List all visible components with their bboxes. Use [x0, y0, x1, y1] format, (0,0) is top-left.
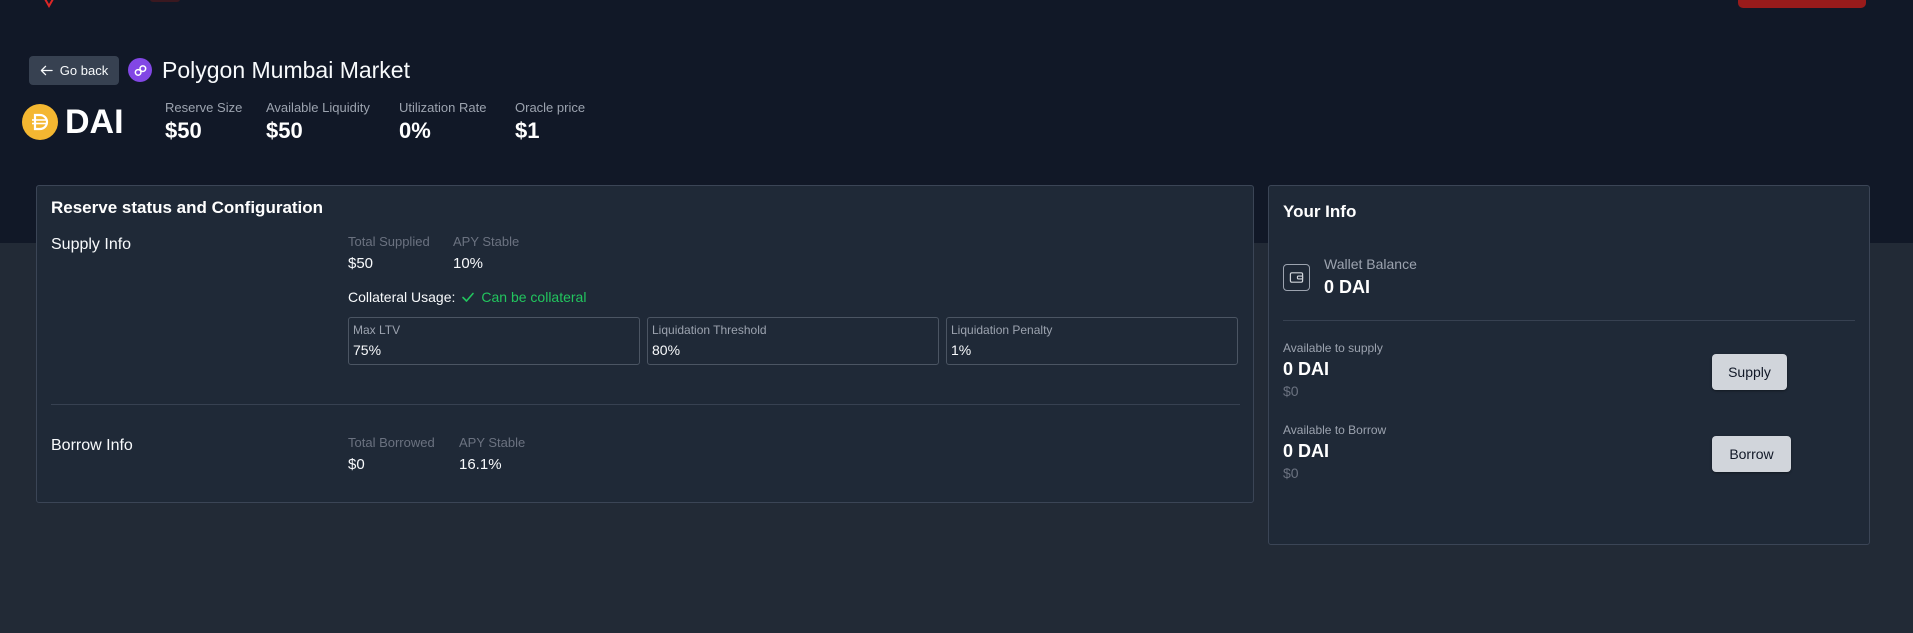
asset-symbol: DAI	[65, 103, 124, 141]
stat-label: Utilization Rate	[399, 100, 487, 115]
collateral-status: Can be collateral	[481, 289, 587, 305]
total-supplied-value: $50	[348, 255, 374, 272]
available-to-borrow-usd: $0	[1283, 465, 1299, 481]
borrow-apy: APY Stable 16.1%	[459, 435, 525, 474]
stat-value: $50	[165, 118, 202, 143]
available-to-supply-label: Available to supply	[1283, 341, 1383, 355]
liquidation-penalty-label: Liquidation Penalty	[951, 323, 1053, 337]
supply-apy-value: 10%	[453, 255, 484, 272]
available-to-borrow-value: 0 DAI	[1283, 441, 1330, 461]
stat-utilization-rate: Utilization Rate 0%	[399, 99, 486, 145]
available-to-supply-usd: $0	[1283, 383, 1299, 399]
check-icon	[462, 292, 475, 302]
connect-wallet-button[interactable]	[1738, 0, 1866, 8]
arrow-left-icon	[40, 65, 53, 76]
section-divider	[51, 404, 1240, 405]
stat-oracle-price: Oracle price $1	[515, 99, 585, 145]
go-back-button[interactable]: Go back	[29, 56, 119, 85]
your-info-title: Your Info	[1283, 202, 1357, 221]
liquidation-penalty-value: 1%	[951, 342, 972, 358]
supply-button[interactable]: Supply	[1712, 354, 1787, 390]
total-supplied: Total Supplied $50	[348, 234, 430, 273]
app-logo-text	[150, 0, 180, 2]
stat-available-liquidity: Available Liquidity $50	[266, 99, 370, 145]
stat-label: Reserve Size	[165, 100, 243, 115]
borrow-apy-value: 16.1%	[459, 456, 502, 473]
wallet-balance-value: 0 DAI	[1324, 277, 1371, 297]
max-ltv-box: Max LTV 75%	[348, 317, 640, 365]
liquidation-threshold-value: 80%	[652, 342, 681, 358]
available-to-supply-value: 0 DAI	[1283, 359, 1330, 379]
max-ltv-value: 75%	[353, 342, 382, 358]
borrow-apy-label: APY Stable	[459, 435, 526, 450]
liquidation-threshold-label: Liquidation Threshold	[652, 323, 767, 337]
stat-value: $1	[515, 118, 540, 143]
stat-value: $50	[266, 118, 303, 143]
reserve-card-title: Reserve status and Configuration	[51, 198, 324, 217]
total-supplied-label: Total Supplied	[348, 234, 430, 249]
liquidation-penalty-box: Liquidation Penalty 1%	[946, 317, 1238, 365]
stat-value: 0%	[399, 118, 431, 143]
app-logo-icon[interactable]	[38, 0, 60, 8]
wallet-balance-label: Wallet Balance	[1324, 256, 1417, 272]
stat-label: Oracle price	[515, 100, 586, 115]
dai-token-icon	[22, 104, 58, 140]
total-borrowed-value: $0	[348, 456, 365, 473]
supply-apy: APY Stable 10%	[453, 234, 519, 273]
collateral-usage-label: Collateral Usage:	[348, 289, 456, 305]
liquidation-threshold-box: Liquidation Threshold 80%	[647, 317, 939, 365]
stat-reserve-size: Reserve Size $50	[165, 99, 242, 145]
available-to-borrow-label: Available to Borrow	[1283, 423, 1387, 437]
borrow-button[interactable]: Borrow	[1712, 436, 1791, 472]
supply-info-title: Supply Info	[51, 236, 132, 253]
collateral-usage: Collateral Usage: Can be collateral	[348, 289, 586, 305]
borrow-info-title: Borrow Info	[51, 437, 133, 454]
wallet-icon	[1283, 264, 1310, 291]
available-to-supply: Available to supply 0 DAI $0	[1283, 341, 1383, 400]
info-divider	[1283, 320, 1855, 321]
max-ltv-label: Max LTV	[353, 323, 401, 337]
supply-apy-label: APY Stable	[453, 234, 520, 249]
market-title: Polygon Mumbai Market	[162, 57, 410, 83]
stat-label: Available Liquidity	[266, 100, 370, 115]
total-borrowed-label: Total Borrowed	[348, 435, 435, 450]
go-back-label: Go back	[59, 63, 109, 78]
available-to-borrow: Available to Borrow 0 DAI $0	[1283, 423, 1386, 482]
total-borrowed: Total Borrowed $0	[348, 435, 435, 474]
reserve-status-card: Reserve status and Configuration Supply …	[36, 185, 1254, 503]
polygon-network-icon	[128, 58, 152, 82]
your-info-card: Your Info Wallet Balance 0 DAI Available…	[1268, 185, 1870, 545]
